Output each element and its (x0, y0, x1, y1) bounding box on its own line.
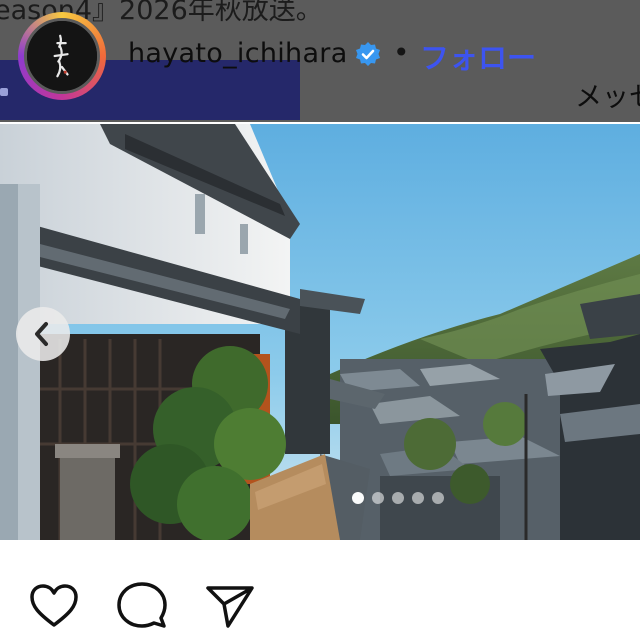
username[interactable]: hayato_ichihara (128, 38, 348, 69)
follow-button[interactable]: フォロー (420, 35, 536, 77)
kyoto-street-photo (0, 124, 640, 540)
header-separator: • (393, 36, 410, 69)
send-icon[interactable] (202, 578, 258, 634)
carousel-dot (412, 492, 424, 504)
carousel-dots (352, 491, 444, 505)
comment-icon[interactable] (114, 578, 170, 634)
carousel-dot (372, 492, 384, 504)
message-button[interactable]: メッセ (575, 75, 640, 114)
chevron-left-icon (35, 322, 48, 346)
verified-badge-icon (354, 41, 382, 69)
action-bar (0, 540, 640, 640)
calligraphy-logo-icon (27, 21, 97, 91)
heart-icon[interactable] (26, 578, 82, 634)
carousel-dot (432, 492, 444, 504)
banner-glyph (0, 88, 8, 96)
carousel-prev-button[interactable] (16, 307, 70, 361)
instagram-post: eason4』2026年秋放送。 hayato_ichihara • フォロー … (0, 0, 640, 640)
carousel-dot (352, 492, 364, 504)
avatar[interactable] (24, 18, 100, 94)
carousel-dot (392, 492, 404, 504)
post-photo[interactable] (0, 124, 640, 540)
post-header: eason4』2026年秋放送。 hayato_ichihara • フォロー … (0, 0, 640, 122)
